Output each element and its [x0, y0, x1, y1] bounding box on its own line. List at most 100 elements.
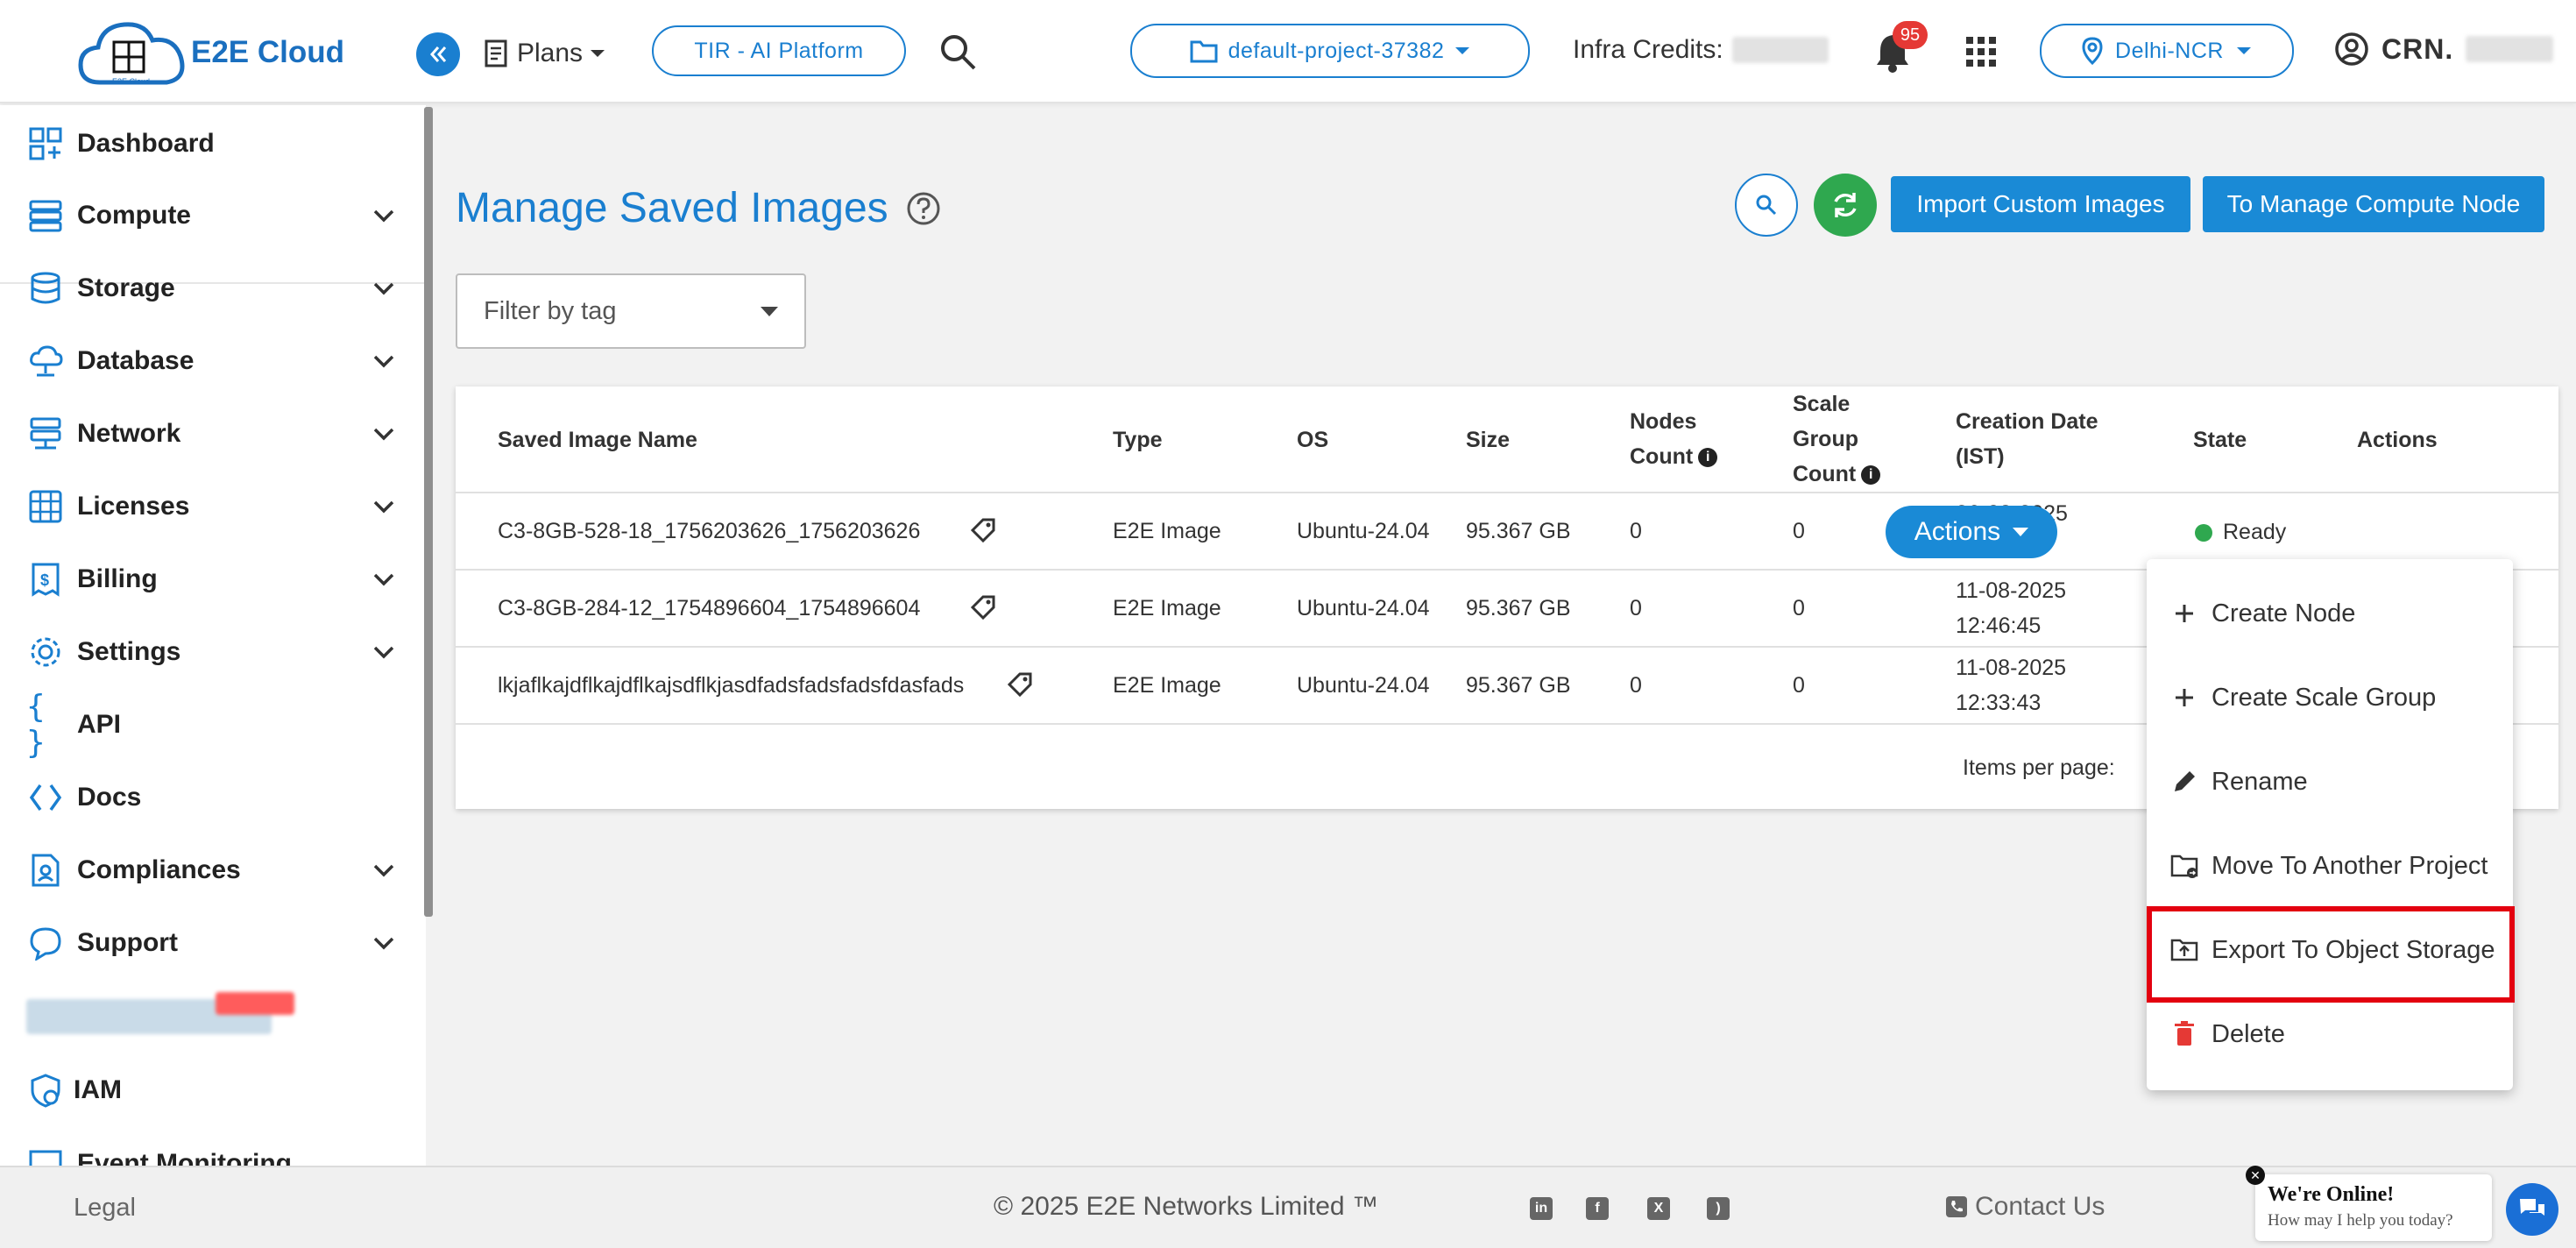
row-2-date: 11-08-2025: [1956, 578, 2067, 603]
plans-icon: [485, 39, 507, 67]
e2e-cloud-logo[interactable]: E2E Cloud: [75, 16, 189, 91]
sidebar-item-compute[interactable]: Compute: [0, 181, 426, 251]
menu-item-rename[interactable]: Rename: [2147, 740, 2513, 824]
chevron-down-icon: [373, 209, 394, 223]
tag-icon[interactable]: [969, 593, 997, 621]
filter-by-tag-select[interactable]: Filter by tag: [456, 273, 806, 349]
sidebar-item-label: Dashboard: [77, 129, 215, 158]
search-icon[interactable]: [938, 32, 978, 72]
import-custom-images-button[interactable]: Import Custom Images: [1891, 176, 2190, 232]
column-header-scale-group-count[interactable]: Scale Group Count i: [1793, 386, 1881, 492]
page-title-text: Manage Saved Images: [456, 185, 888, 231]
refresh-button[interactable]: [1814, 174, 1877, 237]
account-menu[interactable]: CRN.: [2334, 32, 2554, 67]
sidebar-item-api[interactable]: { } API: [0, 689, 426, 761]
chat-bubble-button[interactable]: [2506, 1183, 2558, 1236]
row-1-scale: 0: [1793, 519, 1805, 543]
sidebar-item-settings[interactable]: Settings: [0, 617, 426, 687]
region-selector[interactable]: Delhi-NCR: [2040, 24, 2294, 78]
sidebar-item-event-monitoring[interactable]: Event Monitoring: [0, 1129, 426, 1166]
row-1-name: C3-8GB-528-18_1756203626_1756203626: [498, 519, 921, 543]
plus-icon: [2176, 605, 2193, 622]
caret-down-icon: [2013, 528, 2029, 536]
sidebar-item-blurred[interactable]: [0, 982, 426, 1052]
chevron-down-icon: [373, 573, 394, 586]
tir-platform-button[interactable]: TIR - AI Platform: [652, 25, 906, 76]
top-bar: E2E Cloud E2E Cloud Plans TIR - AI Platf…: [0, 0, 2576, 103]
search-icon: [1756, 195, 1777, 216]
trash-icon: [2175, 1021, 2194, 1046]
plans-label: Plans: [517, 39, 584, 67]
contact-us-link[interactable]: Contact Us: [1945, 1192, 2105, 1222]
sidebar-item-compliances[interactable]: Compliances: [0, 835, 426, 905]
column-header-type[interactable]: Type: [1113, 422, 1163, 457]
sidebar-item-support[interactable]: Support: [0, 908, 426, 978]
help-icon[interactable]: [906, 191, 941, 226]
menu-item-move-project[interactable]: Move To Another Project: [2147, 824, 2513, 908]
sidebar-item-iam[interactable]: IAM: [0, 1055, 426, 1125]
column-header-state[interactable]: State: [2193, 422, 2247, 457]
sidebar-item-label: Licenses: [77, 492, 190, 521]
linkedin-icon[interactable]: in: [1530, 1197, 1553, 1220]
brand-name[interactable]: E2E Cloud: [191, 35, 344, 70]
footer-legal-link[interactable]: Legal: [74, 1194, 136, 1223]
menu-item-delete[interactable]: Delete: [2147, 992, 2513, 1076]
tir-label: TIR - AI Platform: [694, 38, 864, 63]
row-1-type: E2E Image: [1113, 519, 1221, 543]
sidebar-item-database[interactable]: Database: [0, 326, 426, 396]
tag-icon[interactable]: [969, 516, 997, 544]
row-3-name: lkjaflkajdflkajdflkajsdflkjasdfadsfadsfa…: [498, 673, 965, 698]
monitoring-icon: [26, 1145, 65, 1166]
collapse-sidebar-button[interactable]: [416, 32, 460, 76]
chevron-down-icon: [373, 428, 394, 441]
sidebar-item-dashboard[interactable]: Dashboard: [0, 109, 426, 179]
user-circle-icon: [2335, 32, 2368, 66]
search-images-button[interactable]: [1735, 174, 1798, 237]
column-header-os[interactable]: OS: [1297, 422, 1328, 457]
sidebar-item-network[interactable]: Network: [0, 399, 426, 469]
status-dot: [2195, 523, 2212, 542]
actions-dropdown-button[interactable]: Actions: [1886, 506, 2057, 558]
sidebar-item-billing[interactable]: $ Billing: [0, 544, 426, 614]
manage-compute-node-button[interactable]: To Manage Compute Node: [2203, 176, 2544, 232]
column-header-date-line1: Creation Date: [1956, 409, 2098, 434]
facebook-icon[interactable]: f: [1586, 1197, 1609, 1220]
row-3-date: 11-08-2025: [1956, 656, 2067, 680]
column-header-actions: Actions: [2357, 428, 2438, 452]
column-header-size[interactable]: Size: [1466, 422, 1510, 457]
caret-down-icon: [1455, 47, 1470, 54]
sidebar-item-docs[interactable]: Docs: [0, 762, 426, 833]
sidebar-scrollbar[interactable]: [424, 107, 433, 917]
tag-icon[interactable]: [1006, 670, 1034, 698]
column-header-nodes-line2: Count i: [1630, 439, 1718, 474]
sidebar-item-label: Storage: [77, 273, 175, 302]
row-1-os: Ubuntu-24.04: [1297, 519, 1430, 543]
chevron-down-icon: [373, 864, 394, 877]
folder-icon: [1190, 40, 1218, 63]
chat-widget[interactable]: We're Online! How may I help you today?: [2255, 1174, 2492, 1241]
info-icon[interactable]: i: [1698, 448, 1718, 468]
row-2-time: 12:46:45: [1956, 613, 2042, 638]
project-selector[interactable]: default-project-37382: [1130, 24, 1530, 78]
location-pin-icon: [2082, 37, 2103, 65]
rss-icon[interactable]: ): [1707, 1197, 1730, 1220]
column-header-nodes-count[interactable]: Nodes Count i: [1630, 404, 1718, 474]
sidebar-item-licenses[interactable]: Licenses: [0, 472, 426, 542]
column-header-name[interactable]: Saved Image Name: [498, 422, 697, 457]
x-twitter-icon[interactable]: X: [1647, 1197, 1670, 1220]
menu-item-create-scale-group[interactable]: Create Scale Group: [2147, 656, 2513, 740]
close-icon[interactable]: ✕: [2246, 1166, 2265, 1185]
plans-dropdown[interactable]: Plans: [484, 32, 605, 75]
project-label: default-project-37382: [1228, 38, 1445, 63]
chevron-down-icon: [373, 500, 394, 514]
sidebar-item-storage[interactable]: Storage: [0, 253, 426, 323]
actions-menu: Create Node Create Scale Group Rename Mo…: [2147, 559, 2513, 1090]
menu-item-create-node[interactable]: Create Node: [2147, 571, 2513, 656]
apps-grid-icon[interactable]: [1966, 37, 1996, 67]
row-2-name: C3-8GB-284-12_1754896604_1754896604: [498, 596, 921, 620]
sidebar-item-label: Network: [77, 419, 181, 448]
info-icon[interactable]: i: [1861, 465, 1881, 486]
docs-icon: [26, 778, 65, 817]
row-2-scale: 0: [1793, 596, 1805, 620]
column-header-creation-date[interactable]: Creation Date (IST): [1956, 404, 2098, 474]
